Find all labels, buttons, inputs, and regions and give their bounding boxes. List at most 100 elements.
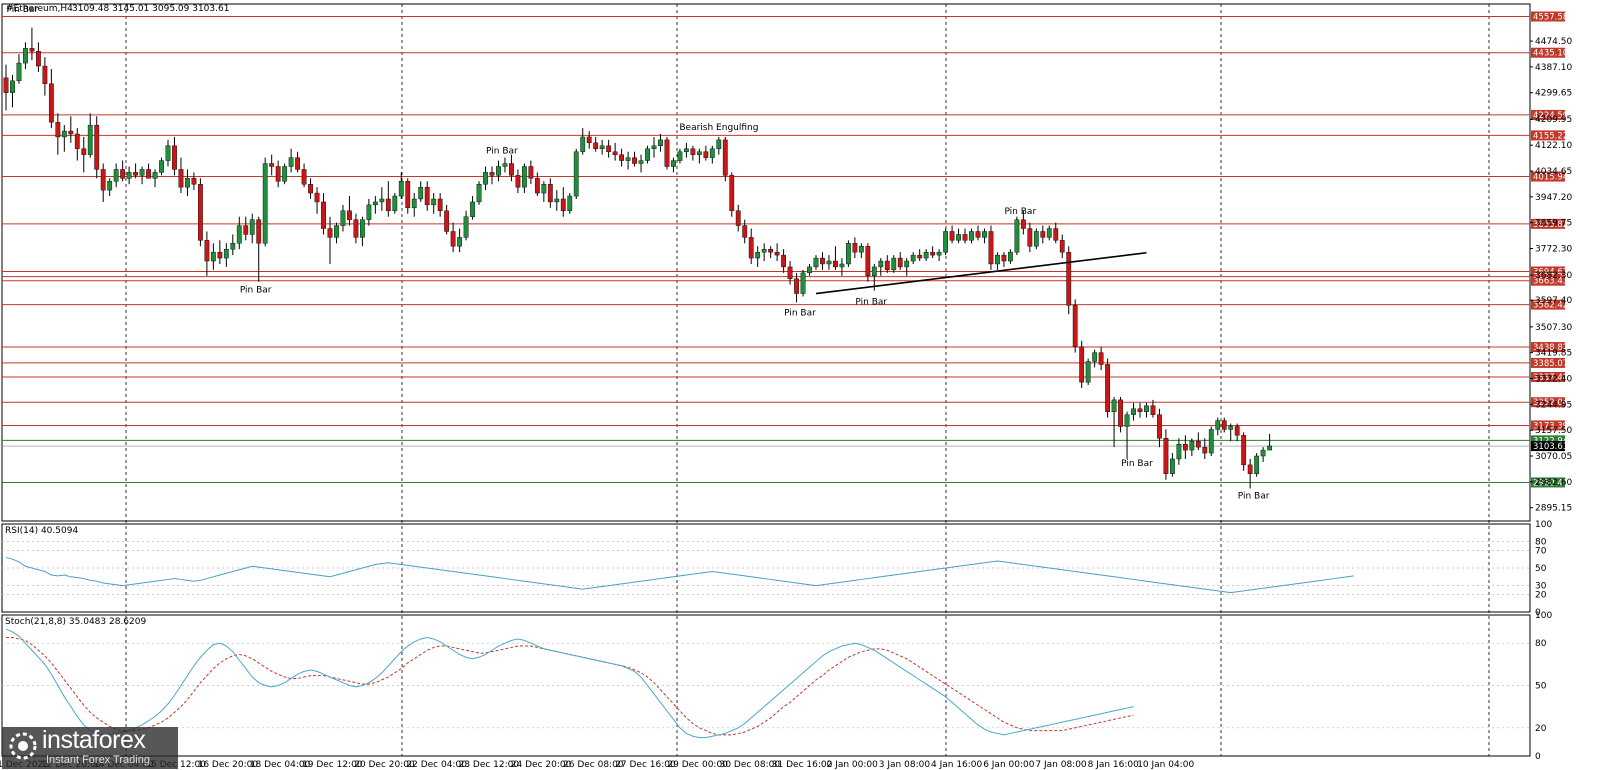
candle-body <box>742 225 748 238</box>
candle-body <box>599 145 605 149</box>
candle-body <box>340 210 346 226</box>
candle-body <box>696 151 702 155</box>
candle-body <box>204 240 210 262</box>
candle-body <box>1169 458 1175 474</box>
candle-body <box>1079 346 1085 383</box>
candle-body <box>858 246 864 253</box>
rsi-tick-label: 100 <box>1535 520 1552 530</box>
brand-tagline: Instant Forex Trading <box>46 754 150 766</box>
candle-body <box>457 237 462 247</box>
candle-body <box>580 136 586 152</box>
candle-body <box>645 148 650 161</box>
candle-body <box>1202 446 1208 454</box>
pattern-annotation: Pin Bar <box>1238 492 1270 502</box>
candle-body <box>1215 420 1221 430</box>
candle-body <box>1092 352 1098 362</box>
rsi-line <box>5 556 1354 594</box>
candle-body <box>833 260 838 268</box>
candle-body <box>528 166 534 179</box>
candle-body <box>807 266 812 274</box>
candle-body <box>586 136 592 144</box>
candle-body <box>74 133 80 149</box>
y-tick-label: 3772.30 <box>1535 245 1572 255</box>
candle-body <box>165 145 171 161</box>
candle-body <box>94 124 100 170</box>
candle-body <box>1040 231 1046 238</box>
candle-body <box>197 184 203 241</box>
candle-body <box>1033 231 1039 247</box>
candle-body <box>910 254 916 262</box>
candle-body <box>1001 254 1007 262</box>
stoch-tick-label: 0 <box>1535 752 1541 762</box>
candle-body <box>372 201 378 206</box>
candle-body <box>1111 399 1117 412</box>
y-tick-label: 3332.40 <box>1535 374 1572 384</box>
candle-body <box>159 160 164 173</box>
candle-body <box>1066 251 1072 306</box>
candle-body <box>884 260 890 271</box>
candle-body <box>781 254 787 268</box>
candle-body <box>988 231 994 265</box>
candle-body <box>463 216 469 238</box>
candle-body <box>496 166 501 176</box>
candle-body <box>1234 426 1240 436</box>
candle-body <box>185 178 190 188</box>
candle-body <box>392 195 398 211</box>
candle-body <box>541 184 547 194</box>
candle-body <box>269 163 275 167</box>
candle-body <box>547 184 553 203</box>
candle-body <box>3 77 9 93</box>
panel-frame-3 <box>1 614 1531 757</box>
candle-body <box>1176 443 1182 460</box>
candle-body <box>29 48 35 52</box>
candle-body <box>852 243 858 253</box>
candle-body <box>210 251 216 262</box>
rsi-tick-label: 20 <box>1535 590 1547 600</box>
candle-body <box>1163 438 1169 474</box>
rsi-title: RSI(14) 40.5094 <box>5 526 78 536</box>
candle-body <box>943 231 949 253</box>
candle-body <box>489 172 495 176</box>
candle-body <box>930 251 936 256</box>
y-tick-label: 4122.10 <box>1535 141 1572 151</box>
candle-body <box>612 151 618 155</box>
candle-body <box>360 219 365 238</box>
candle-body <box>502 163 508 167</box>
candle-body <box>1059 240 1065 253</box>
candle-body <box>606 145 612 152</box>
candle-body <box>619 154 625 161</box>
candle-body <box>755 251 761 259</box>
pattern-annotation: Pin Bar <box>855 297 887 307</box>
candle-body <box>975 231 981 238</box>
y-tick-label: 3947.20 <box>1535 193 1572 203</box>
candle-body <box>444 210 450 232</box>
x-tick-label: 8 Jan 16:00 <box>1088 760 1140 770</box>
candle-body <box>10 80 15 93</box>
current-price-label: 3103.61 <box>1533 442 1568 452</box>
candle-body <box>68 130 74 135</box>
candle-body <box>1014 219 1020 253</box>
candle-body <box>87 124 93 155</box>
candle-body <box>567 195 573 211</box>
candle-body <box>1027 228 1033 247</box>
candle-body <box>405 181 411 209</box>
candle-body <box>100 169 106 191</box>
candle-body <box>573 151 579 197</box>
candle-body <box>1085 361 1091 383</box>
rsi-tick-label: 70 <box>1535 546 1547 556</box>
y-tick-label: 3507.30 <box>1535 323 1572 333</box>
rsi-tick-label: 50 <box>1535 564 1547 574</box>
candle-body <box>48 83 54 123</box>
y-tick-label: 2895.15 <box>1535 504 1572 514</box>
candle-body <box>969 231 974 241</box>
candle-body <box>42 65 48 84</box>
candle-body <box>865 246 871 276</box>
candle-body <box>995 254 1000 265</box>
candle-body <box>418 186 424 200</box>
price-level-label: 3385.07 <box>1533 359 1568 369</box>
candle-body <box>437 198 443 212</box>
candle-body <box>288 157 294 167</box>
pattern-annotation: Pin Bar <box>486 147 518 157</box>
candle-body <box>424 186 430 206</box>
candle-body <box>113 169 119 182</box>
